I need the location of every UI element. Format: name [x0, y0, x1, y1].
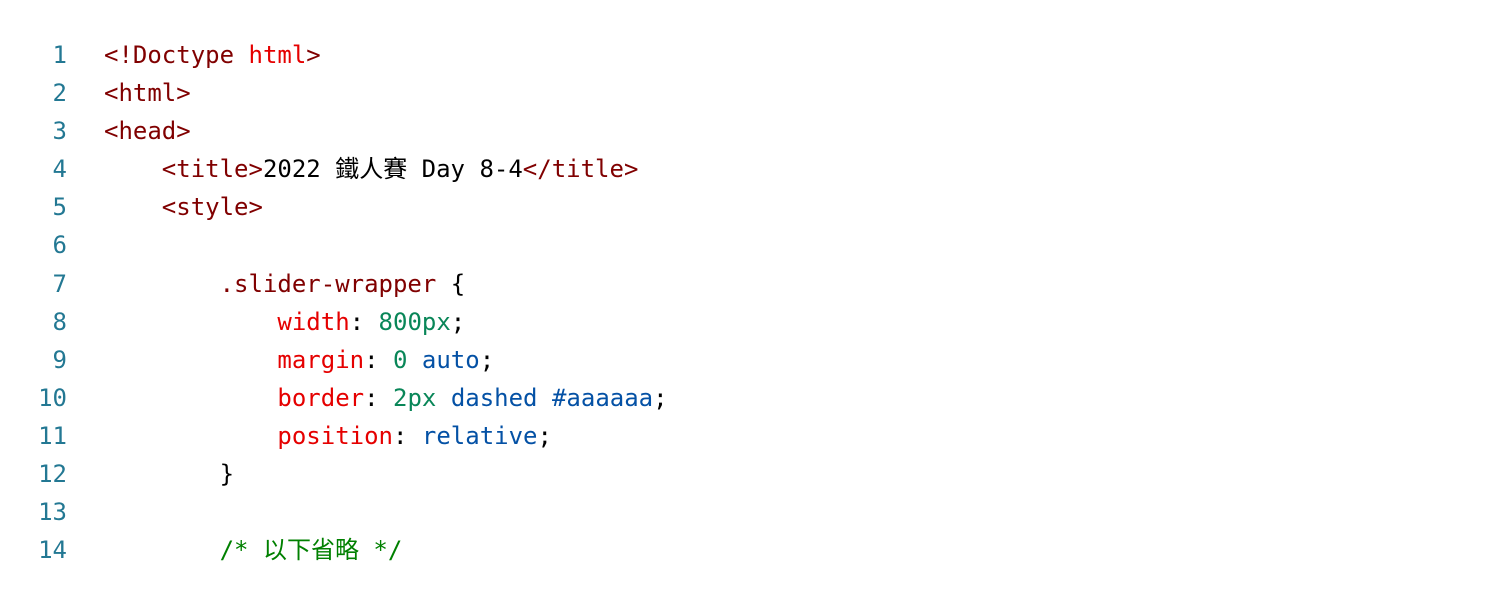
code-token: <head> — [104, 117, 191, 146]
line-number: 11 — [38, 421, 67, 450]
code-token: <html> — [104, 79, 191, 108]
line-number: 12 — [38, 460, 67, 489]
code-token: relative — [421, 421, 538, 450]
line-code: <title>2022 鐵人賽 Day 8-4</title> — [67, 150, 639, 188]
code-token: auto — [421, 345, 480, 374]
code-token: } — [104, 460, 235, 489]
code-viewer-page: { "editor": { "colors": { "line_number":… — [0, 0, 1494, 604]
line-code: /* 以下省略 */ — [67, 531, 403, 569]
line-code: margin: 0 auto; — [67, 341, 494, 379]
line-code: <html> — [67, 74, 191, 112]
line-code: border: 2px dashed #aaaaaa; — [67, 379, 668, 417]
code-line[interactable]: 14 /* 以下省略 */ — [0, 531, 1494, 569]
line-number: 3 — [52, 117, 67, 146]
code-line[interactable]: 2 <html> — [0, 74, 1494, 112]
code-token: ; — [653, 383, 668, 412]
code-line[interactable]: 13 — [0, 493, 1494, 531]
code-token: ; — [479, 345, 495, 374]
code-line[interactable]: 11 position: relative; — [0, 417, 1494, 455]
code-token: html — [248, 41, 307, 69]
line-number: 10 — [38, 383, 67, 412]
line-code: <!Doctype html> — [67, 36, 321, 74]
code-line[interactable]: 12 } — [0, 455, 1494, 493]
code-token: width — [104, 307, 350, 336]
code-line[interactable]: 7 .slider-wrapper { — [0, 265, 1494, 303]
line-code: <head> — [67, 112, 191, 150]
code-token: position — [104, 421, 393, 450]
code-line[interactable]: 8 width: 800px; — [0, 303, 1494, 341]
line-number: 14 — [38, 536, 67, 565]
line-number: 8 — [52, 307, 67, 336]
code-token: : — [364, 345, 393, 374]
code-token: : — [392, 421, 422, 450]
code-token: #aaaaaa — [551, 383, 654, 412]
code-token: border — [104, 383, 365, 412]
line-number: 7 — [52, 269, 67, 298]
code-token: .slider-wrapper — [104, 269, 437, 298]
code-line[interactable]: 4 <title>2022 鐵人賽 Day 8-4</title> — [0, 150, 1494, 188]
line-number: 9 — [52, 345, 67, 374]
code-line[interactable]: 6 — [0, 226, 1494, 264]
line-number: 2 — [52, 79, 67, 108]
code-token: > — [306, 41, 321, 69]
code-token: 0 — [393, 345, 408, 374]
code-token: ; — [537, 421, 552, 450]
code-token: <style> — [104, 193, 263, 222]
code-token: 800px — [378, 307, 451, 336]
line-code: } — [67, 455, 234, 493]
code-token: 2px — [393, 383, 437, 412]
code-token: </title> — [522, 155, 639, 184]
code-token: <title> — [104, 155, 263, 184]
code-token: : — [364, 383, 393, 412]
code-token: <!Doctype — [104, 41, 235, 69]
line-number: 4 — [52, 155, 67, 184]
line-number: 1 — [52, 41, 67, 69]
code-line[interactable]: 9 margin: 0 auto; — [0, 341, 1494, 379]
line-code: width: 800px; — [67, 303, 465, 341]
code-line[interactable]: 5 <style> — [0, 188, 1494, 226]
line-number: 13 — [38, 498, 67, 527]
code-line[interactable]: 3 <head> — [0, 112, 1494, 150]
line-number: 5 — [52, 193, 67, 222]
line-code: position: relative; — [67, 417, 552, 455]
code-token: dashed — [450, 383, 538, 412]
line-code: .slider-wrapper { — [67, 265, 466, 303]
code-token: ; — [450, 307, 466, 336]
code-token: /* 以下省略 */ — [104, 536, 403, 565]
line-number: 6 — [52, 231, 67, 260]
code-view[interactable]: 1 <!Doctype html> 2 <html> 3 <head> 4 <title>2… — [0, 36, 1494, 569]
code-token: : — [349, 307, 379, 336]
code-line[interactable]: 10 border: 2px dashed #aaaaaa; — [0, 379, 1494, 417]
code-token: 2022 鐵人賽 Day 8-4 — [262, 155, 523, 184]
code-line[interactable]: 1 <!Doctype html> — [0, 36, 1494, 74]
code-token: margin — [104, 345, 365, 374]
code-token: { — [436, 269, 466, 298]
line-code: <style> — [67, 188, 263, 226]
